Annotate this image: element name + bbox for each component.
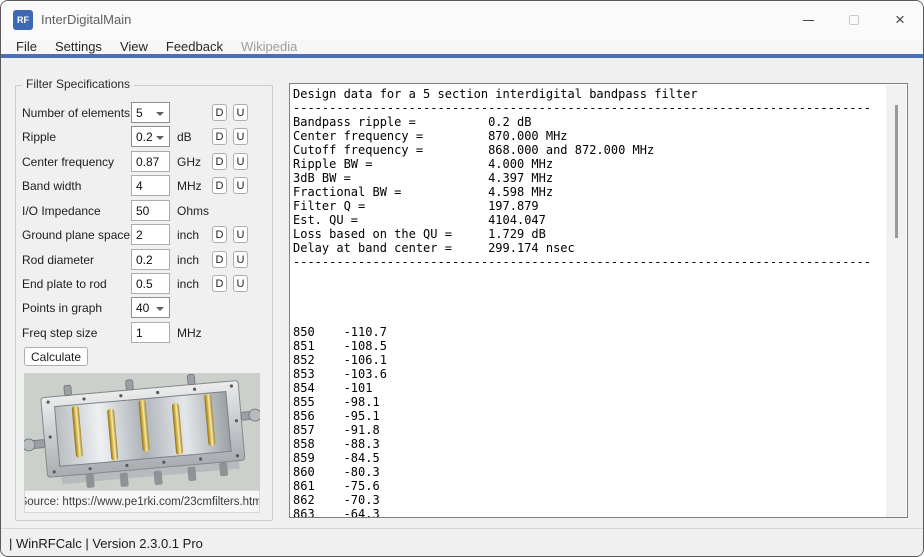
maximize-button <box>831 1 877 39</box>
scrollbar-thumb[interactable] <box>895 105 898 238</box>
spec-row-center-frequency: Center frequency GHz DU <box>16 151 274 173</box>
center-frequency-unit-label: GHz <box>177 155 201 169</box>
i-o-impedance-label: I/O Impedance <box>22 204 101 218</box>
status-text: | WinRFCalc | Version 2.3.0.1 Pro <box>9 536 203 551</box>
ground-plane-space-unit-label: inch <box>177 228 200 242</box>
maximize-icon <box>849 15 859 25</box>
calculate-button[interactable]: Calculate <box>24 347 88 366</box>
freq-step-size-unit-label: MHz <box>177 326 202 340</box>
band-width-input[interactable] <box>131 175 170 196</box>
end-plate-to-rod-down-button[interactable]: D <box>212 275 227 292</box>
minimize-button[interactable] <box>785 1 831 39</box>
number-of-elements-up-button[interactable]: U <box>233 104 248 121</box>
menu-item-file[interactable]: File <box>7 39 46 54</box>
number-of-elements-down-button[interactable]: D <box>212 104 227 121</box>
design-output-text: Design data for a 5 section interdigital… <box>293 87 871 518</box>
app-logo-icon: RF <box>13 10 33 30</box>
points-in-graph-value: 40 <box>136 300 150 315</box>
chevron-down-icon <box>156 307 164 311</box>
ripple-down-button[interactable]: D <box>212 128 227 145</box>
window-controls: × <box>785 1 923 39</box>
rod-diameter-up-button[interactable]: U <box>233 251 248 268</box>
menubar: File Settings View Feedback Wikipedia <box>1 39 923 54</box>
chevron-down-icon <box>156 136 164 140</box>
spec-row-rod-diameter: Rod diameter inch DU <box>16 249 274 271</box>
end-plate-to-rod-label: End plate to rod <box>22 277 107 291</box>
i-o-impedance-input[interactable] <box>131 200 170 221</box>
menu-item-view[interactable]: View <box>111 39 157 54</box>
center-frequency-label: Center frequency <box>22 155 115 169</box>
ripple-unit-label: dB <box>177 130 192 144</box>
band-width-unit-label: MHz <box>177 179 202 193</box>
titlebar[interactable]: RF InterDigitalMain × <box>1 1 923 39</box>
close-button[interactable]: × <box>877 1 923 39</box>
spec-row-band-width: Band width MHz DU <box>16 175 274 197</box>
scrollbar-track[interactable] <box>886 85 906 517</box>
number-of-elements-select[interactable]: 5 <box>131 102 170 123</box>
minimize-icon <box>802 19 814 21</box>
app-window: RF InterDigitalMain × File Settings View Fe… <box>0 0 924 557</box>
end-plate-to-rod-unit-label: inch <box>177 277 200 291</box>
spec-row-ground-plane-space: Ground plane space inch DU <box>16 224 274 246</box>
photo-source-label: Source: https://www.pe1rki.com/23cmfilte… <box>24 490 260 513</box>
points-in-graph-select[interactable]: 40 <box>131 297 170 318</box>
i-o-impedance-unit-label: Ohms <box>177 204 210 218</box>
spec-row-end-plate-to-rod: End plate to rod inch DU <box>16 273 274 295</box>
center-frequency-up-button[interactable]: U <box>233 153 248 170</box>
band-width-label: Band width <box>22 179 82 193</box>
spec-row-points-in-graph: Points in graph 40 <box>16 297 274 319</box>
accent-divider <box>1 54 923 58</box>
design-output-textarea[interactable]: Design data for a 5 section interdigital… <box>289 83 908 518</box>
close-icon: × <box>895 10 905 29</box>
ripple-select[interactable]: 0.2 <box>131 126 170 147</box>
end-plate-to-rod-input[interactable] <box>131 273 170 294</box>
spec-row-ripple: Ripple 0.2 dB D U <box>16 126 274 148</box>
band-width-up-button[interactable]: U <box>233 177 248 194</box>
spec-row-number-of-elements: Number of elements 5 D U <box>16 102 274 124</box>
number-of-elements-value: 5 <box>136 105 143 120</box>
menu-item-wikipedia: Wikipedia <box>240 39 298 54</box>
ground-plane-space-input[interactable] <box>131 224 170 245</box>
filter-specifications-group: Filter Specifications Number of elements… <box>15 77 274 521</box>
ground-plane-space-down-button[interactable]: D <box>212 226 227 243</box>
menu-item-feedback[interactable]: Feedback <box>157 39 232 54</box>
end-plate-to-rod-up-button[interactable]: U <box>233 275 248 292</box>
freq-step-size-label: Freq step size <box>22 326 98 340</box>
window-title: InterDigitalMain <box>41 12 132 27</box>
band-width-down-button[interactable]: D <box>212 177 227 194</box>
rod-diameter-input[interactable] <box>131 249 170 270</box>
center-frequency-input[interactable] <box>131 151 170 172</box>
statusbar: | WinRFCalc | Version 2.3.0.1 Pro <box>1 529 923 556</box>
center-frequency-down-button[interactable]: D <box>212 153 227 170</box>
filter-photo <box>24 373 260 490</box>
ripple-label: Ripple <box>22 130 57 144</box>
freq-step-size-input[interactable] <box>131 322 170 343</box>
ground-plane-space-up-button[interactable]: U <box>233 226 248 243</box>
menu-item-settings[interactable]: Settings <box>46 39 111 54</box>
rod-diameter-down-button[interactable]: D <box>212 251 227 268</box>
groupbox-title: Filter Specifications <box>22 77 135 91</box>
ripple-value: 0.2 <box>136 129 153 144</box>
chevron-down-icon <box>156 112 164 116</box>
spec-row-freq-step-size: Freq step size MHz <box>16 322 274 344</box>
rod-diameter-label: Rod diameter <box>22 253 95 267</box>
points-in-graph-label: Points in graph <box>22 301 103 315</box>
ground-plane-space-label: Ground plane space <box>22 228 131 242</box>
spec-row-i-o-impedance: I/O Impedance Ohms <box>16 200 274 222</box>
ripple-up-button[interactable]: U <box>233 128 248 145</box>
rod-diameter-unit-label: inch <box>177 253 200 267</box>
number-of-elements-label: Number of elements <box>22 106 131 120</box>
